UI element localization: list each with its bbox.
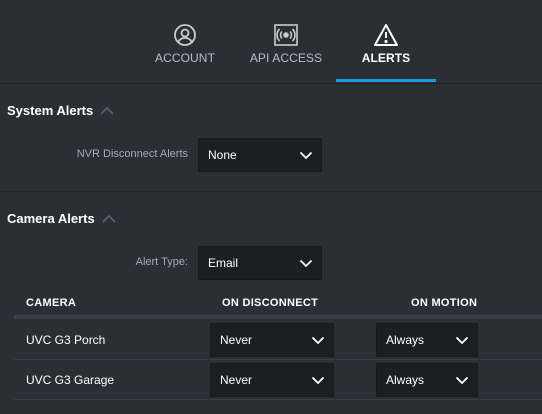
camera-alerts-title: Camera Alerts — [7, 211, 95, 226]
on-disconnect-value: Never — [220, 333, 253, 347]
camera-table-header: CAMERA ON DISCONNECT ON MOTION — [14, 291, 542, 319]
system-alerts-header[interactable]: System Alerts — [7, 103, 115, 118]
chevron-down-icon — [455, 376, 469, 384]
on-disconnect-select[interactable]: Never — [210, 323, 334, 357]
on-motion-select[interactable]: Always — [376, 323, 478, 357]
column-header-camera: CAMERA — [26, 297, 77, 309]
table-row: UVC G3 Garage Never Always — [14, 360, 542, 400]
chevron-up-icon — [100, 106, 114, 115]
nvr-disconnect-label: NVR Disconnect Alerts — [76, 148, 188, 160]
chevron-down-icon — [299, 151, 313, 159]
tab-api-access[interactable]: API ACCESS — [249, 0, 323, 84]
camera-name: UVC G3 Garage — [26, 373, 115, 387]
nvr-disconnect-select[interactable]: None — [198, 138, 322, 172]
on-disconnect-select[interactable]: Never — [210, 363, 334, 397]
table-row: UVC G3 Porch Never Always — [14, 320, 542, 360]
camera-alerts-header[interactable]: Camera Alerts — [7, 211, 117, 226]
tab-api-access-label: API ACCESS — [249, 51, 323, 65]
on-disconnect-value: Never — [220, 373, 253, 387]
section-divider — [0, 191, 542, 192]
tab-alerts[interactable]: ALERTS — [336, 0, 436, 84]
active-tab-indicator — [336, 79, 436, 82]
on-motion-value: Always — [386, 333, 425, 347]
chevron-down-icon — [455, 336, 469, 344]
chevron-up-icon — [102, 214, 116, 223]
camera-name: UVC G3 Porch — [26, 333, 106, 347]
alert-type-select[interactable]: Email — [198, 246, 322, 280]
system-alerts-title: System Alerts — [7, 103, 94, 118]
alert-type-label: Alert Type: — [135, 256, 188, 268]
tab-alerts-label: ALERTS — [361, 51, 411, 65]
column-header-on-disconnect: ON DISCONNECT — [222, 297, 319, 309]
chevron-down-icon — [299, 259, 313, 267]
column-header-on-motion: ON MOTION — [411, 297, 478, 309]
warning-triangle-icon — [371, 22, 401, 48]
nvr-disconnect-value: None — [208, 148, 237, 162]
settings-tab-bar: ACCOUNT API ACCESS ALERTS — [0, 0, 542, 84]
tab-account-label: ACCOUNT — [154, 51, 216, 65]
tab-account[interactable]: ACCOUNT — [150, 0, 220, 84]
chevron-down-icon — [311, 336, 325, 344]
broadcast-icon — [271, 22, 301, 48]
chevron-down-icon — [311, 376, 325, 384]
on-motion-select[interactable]: Always — [376, 363, 478, 397]
user-circle-icon — [170, 22, 200, 48]
alert-type-value: Email — [208, 256, 239, 270]
on-motion-value: Always — [386, 373, 425, 387]
